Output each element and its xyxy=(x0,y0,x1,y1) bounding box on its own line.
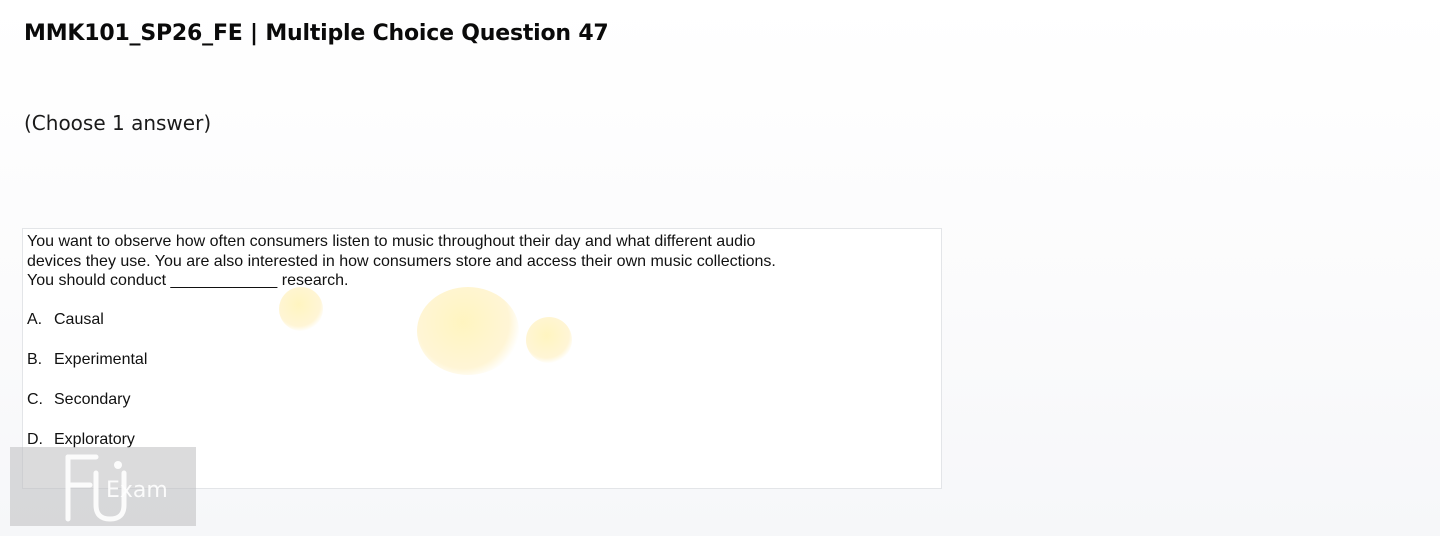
option-label: Secondary xyxy=(54,391,131,408)
decorative-emoticon xyxy=(526,317,572,363)
question-line: You want to observe how often consumers … xyxy=(27,233,756,250)
option-b[interactable]: B. Experimental xyxy=(27,350,147,390)
question-line: devices they use. You are also intereste… xyxy=(27,252,776,270)
watermark-brand-text: Exam xyxy=(106,478,168,503)
instruction-text: (Choose 1 answer) xyxy=(24,111,212,135)
option-label: Causal xyxy=(54,311,104,328)
decorative-emoticon xyxy=(279,287,323,331)
option-label: Experimental xyxy=(54,351,148,368)
option-a[interactable]: A. Causal xyxy=(27,310,147,350)
option-c[interactable]: C. Secondary xyxy=(27,390,147,430)
answer-options: A. Causal B. Experimental C. Secondary D. Ex… xyxy=(27,310,147,470)
question-line: You should conduct ____________ research… xyxy=(27,272,349,289)
decorative-emoticon xyxy=(417,287,519,375)
option-letter: B. xyxy=(27,351,43,368)
option-label: Exploratory xyxy=(54,431,135,448)
option-letter: C. xyxy=(27,391,43,408)
page-title: MMK101_SP26_FE | Multiple Choice Questio… xyxy=(24,21,609,46)
question-text: You want to observe how often consumers … xyxy=(27,232,927,291)
fu-exam-watermark-logo: Exam xyxy=(10,447,196,526)
option-letter: A. xyxy=(27,311,43,328)
